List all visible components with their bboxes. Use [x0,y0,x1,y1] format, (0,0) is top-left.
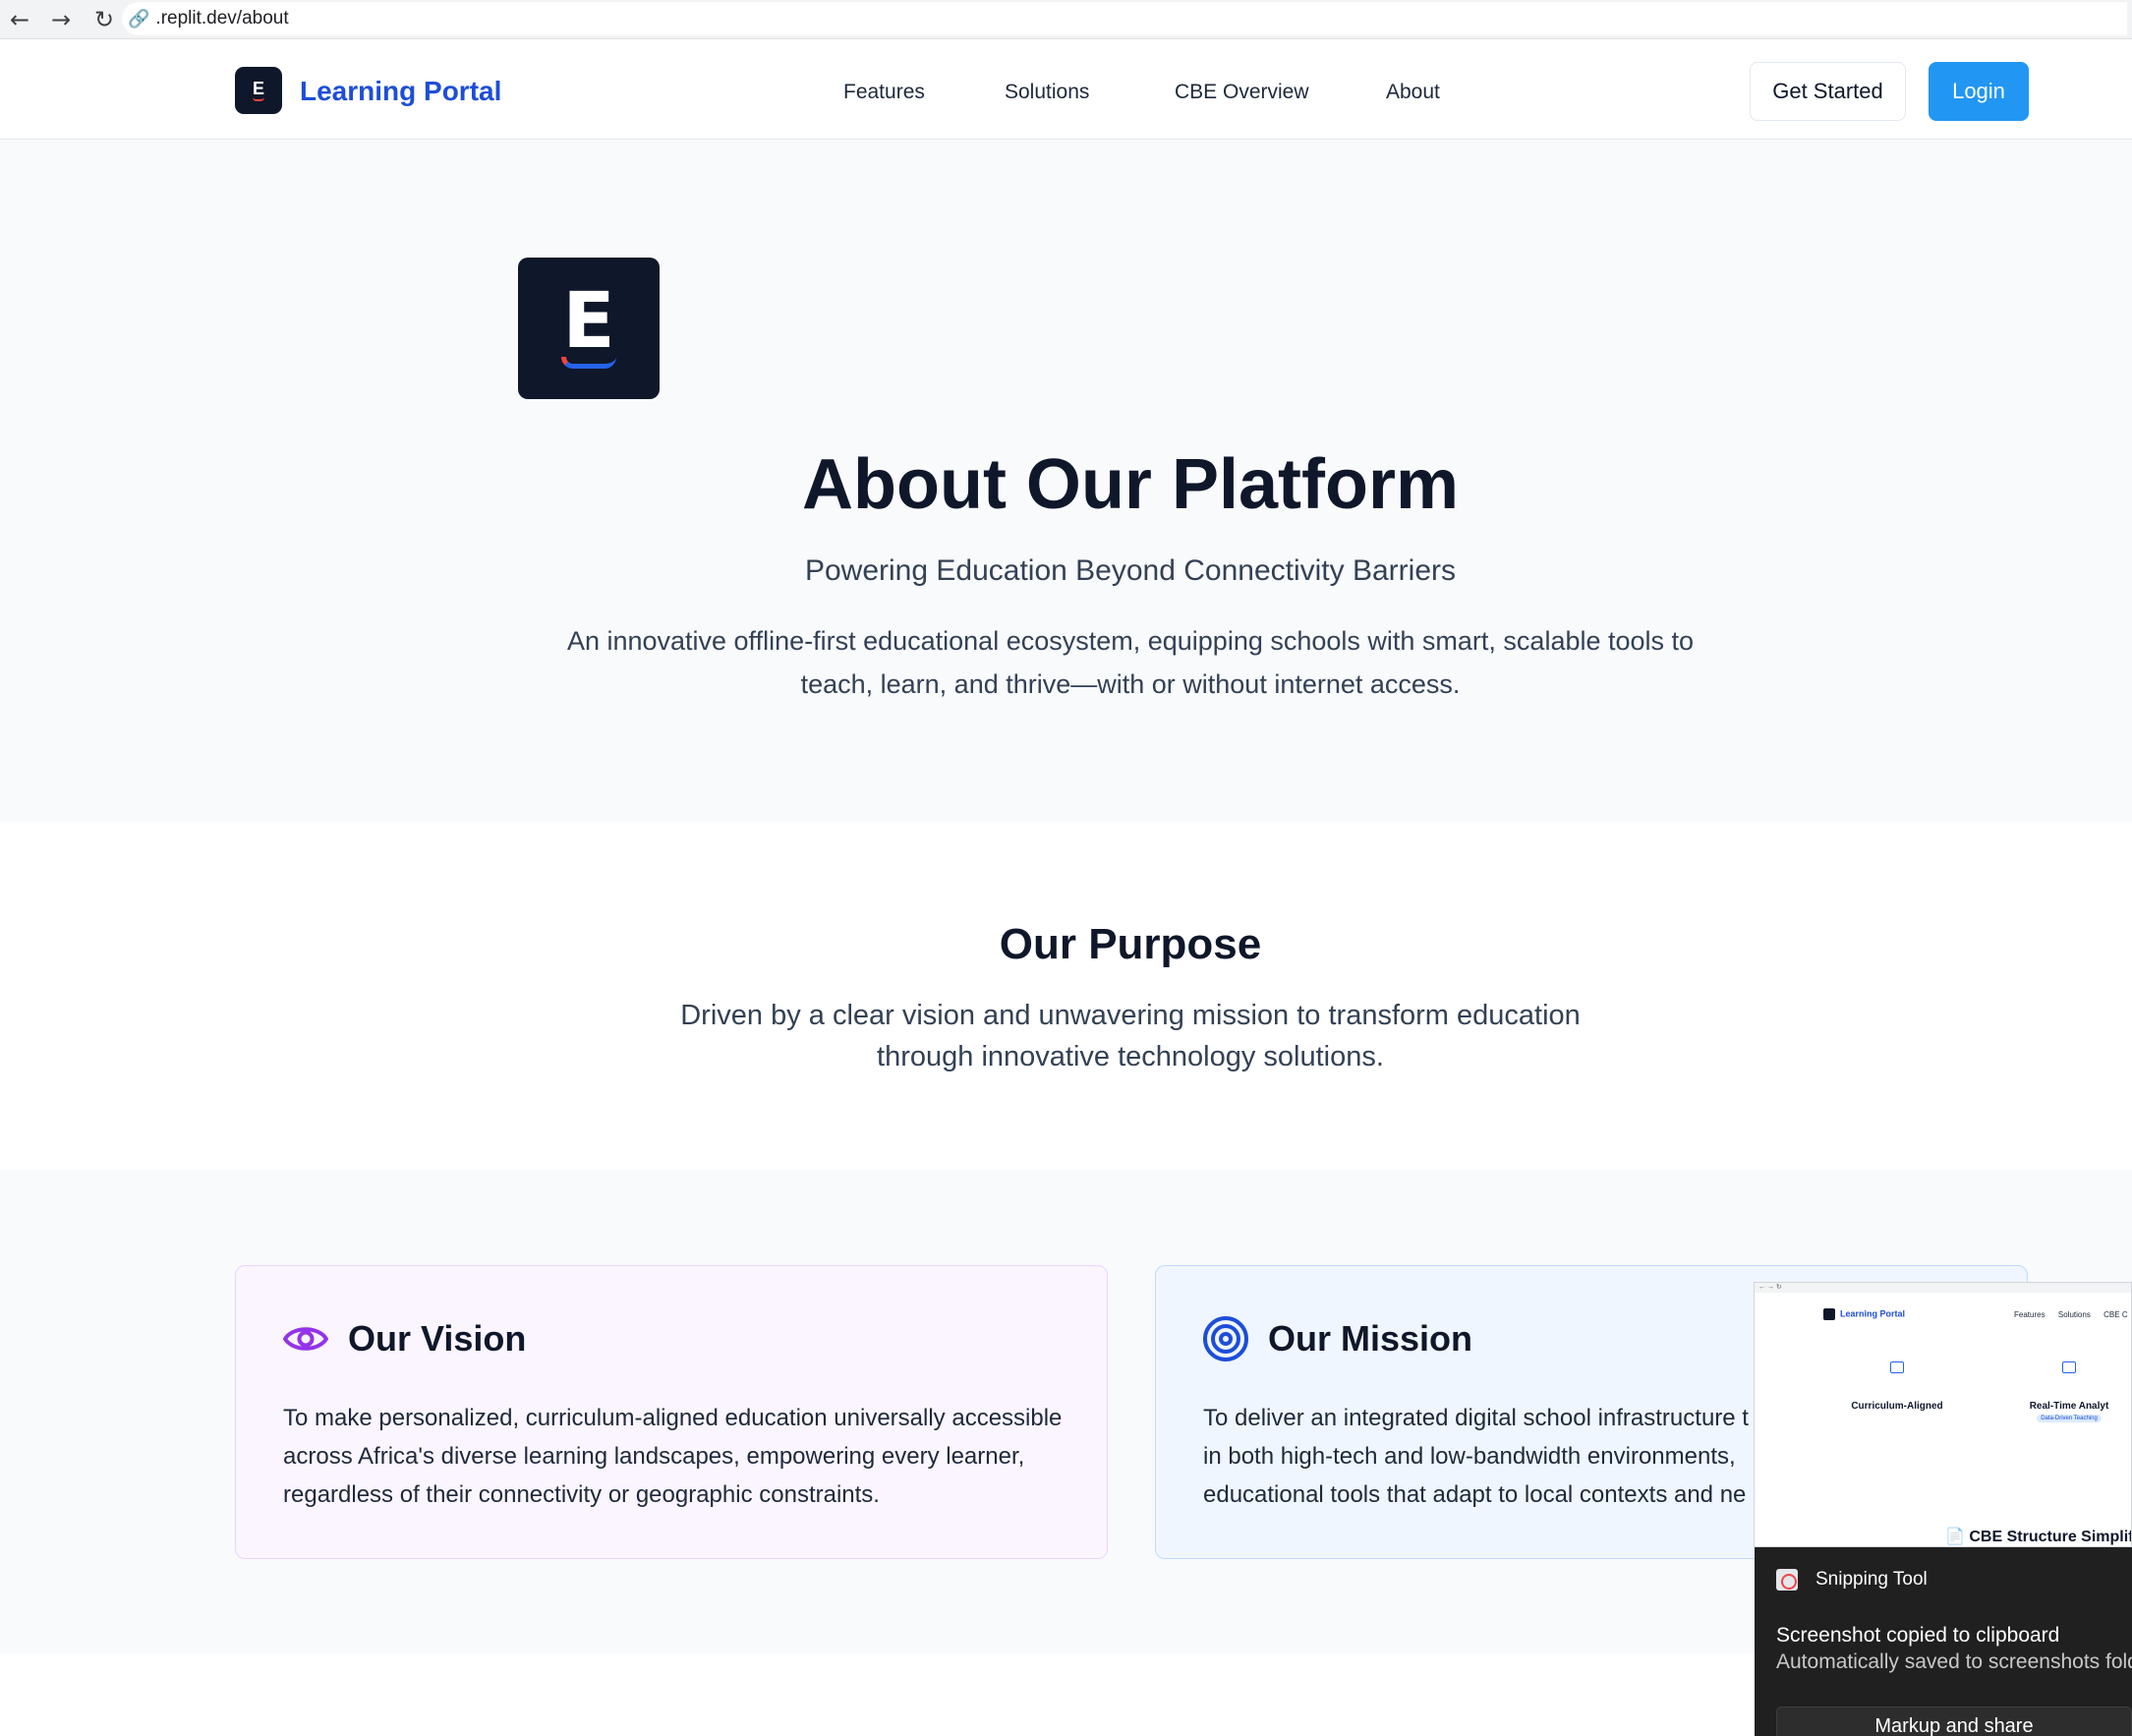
snipping-tool-notification[interactable]: Snipping Tool Screenshot copied to clipb… [1755,1547,2132,1736]
eye-icon [283,1327,328,1351]
hero-description: An innovative offline-first educational … [566,626,1695,699]
brand-name[interactable]: Learning Portal [300,76,501,107]
nav-link-solutions[interactable]: Solutions [1005,81,1089,104]
address-bar[interactable]: 🔗 .replit.dev/about [122,2,2127,35]
target-icon [1203,1316,1248,1361]
site-navbar: E Learning Portal Features Solutions CBE… [0,43,2132,140]
screenshot-thumbnail[interactable]: ← → ↻ Learning Portal Features Solutions… [1754,1282,2132,1547]
nav-link-about[interactable]: About [1386,81,1440,104]
browser-toolbar: ← → ↻ 🔗 .replit.dev/about [0,0,2132,39]
arrow-right-icon[interactable]: → [41,0,81,39]
purpose-description: Driven by a clear vision and unwavering … [680,1000,1581,1072]
thumbnail-browser-bar: ← → ↻ [1755,1283,2131,1293]
book-icon [1890,1361,1904,1373]
arrow-left-icon[interactable]: ← [0,0,39,39]
snipping-tool-icon [1776,1569,1798,1591]
nav-link-features[interactable]: Features [843,81,925,104]
page-title: About Our Platform [802,445,1459,524]
reload-icon[interactable]: ↻ [85,0,124,39]
logo-swoosh [561,357,616,369]
purpose-section: Our Purpose Driven by a clear vision and… [0,822,2132,1170]
hero-logo: E [518,258,660,399]
logo-swoosh [253,97,264,101]
hero-subtitle: Powering Education Beyond Connectivity B… [804,554,1456,587]
chart-icon [2062,1361,2076,1373]
thumbnail-nav-links: Features Solutions CBE C [2014,1310,2128,1319]
login-button[interactable]: Login [1929,62,2029,121]
hero-logo-letter: E [562,277,615,366]
brand-logo-letter: E [252,78,264,98]
vision-title: Our Vision [348,1318,527,1359]
nav-link-cbe-overview[interactable]: CBE Overview [1175,81,1309,104]
markup-and-share-button[interactable]: Markup and share [1776,1707,2132,1736]
notification-sub-message: Automatically saved to screenshots fold [1776,1650,2132,1673]
mission-title: Our Mission [1268,1318,1473,1359]
thumbnail-col-curriculum: Curriculum-Aligned [1828,1361,1966,1412]
hero-section: E About Our Platform Powering Education … [0,140,2132,822]
get-started-button[interactable]: Get Started [1750,62,1906,121]
mission-text: To deliver an integrated digital school … [1203,1405,1749,1508]
purpose-title: Our Purpose [999,920,1262,968]
vision-text: To make personalized, curriculum-aligned… [283,1405,1063,1508]
notification-message: Screenshot copied to clipboard [1776,1624,2060,1647]
url-text: .replit.dev/about [155,8,289,29]
thumbnail-col-analytics: Real-Time Analyt Data-Driven Teaching [2000,1361,2131,1422]
vision-card: Our Vision To make personalized, curricu… [235,1265,1108,1559]
link-icon: 🔗 [128,8,150,29]
brand-logo[interactable]: E [235,67,282,114]
thumbnail-cbe-heading: 📄 CBE Structure Simplifi [1945,1529,2132,1545]
notification-app-name: Snipping Tool [1815,1569,1928,1590]
thumbnail-brand: Learning Portal [1823,1308,1905,1320]
